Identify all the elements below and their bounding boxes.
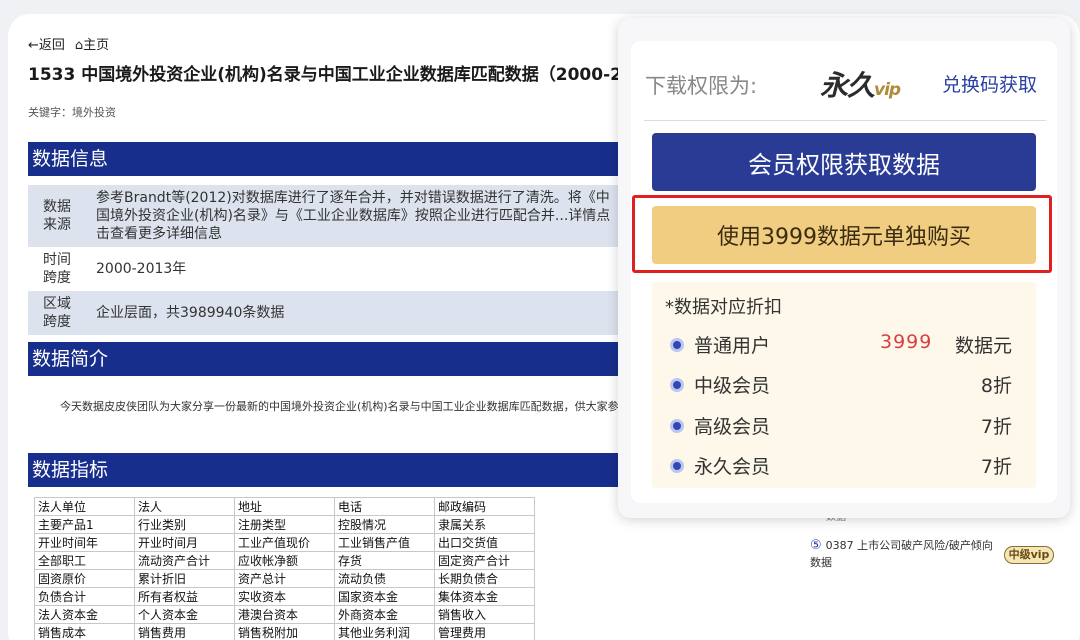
metric-cell: 开业时间年 bbox=[34, 533, 135, 552]
metric-cell: 注册类型 bbox=[234, 515, 335, 534]
table-row: 时间 跨度 2000-2013年 bbox=[28, 247, 628, 291]
metric-cell: 工业产值现价 bbox=[234, 533, 335, 552]
metric-cell: 外商资本金 bbox=[334, 605, 435, 624]
metric-cell: 实收资本 bbox=[234, 587, 335, 606]
table-row: 销售成本 销售费用 销售税附加 其他业务利润 管理费用 bbox=[34, 623, 535, 640]
single-purchase-button[interactable]: 使用3999数据元单独购买 bbox=[652, 206, 1036, 264]
metric-cell: 其他业务利润 bbox=[334, 623, 435, 640]
home-link[interactable]: ⌂主页 bbox=[75, 34, 109, 53]
metric-cell: 应收帐净额 bbox=[234, 551, 335, 570]
table-row: 固资原价 累计折旧 资产总计 流动负债 长期负债合 bbox=[34, 569, 535, 588]
item-number: ⑤ bbox=[810, 538, 822, 553]
table-row: 法人单位 法人 地址 电话 邮政编码 bbox=[34, 497, 535, 516]
metric-cell: 港澳台资本 bbox=[234, 605, 335, 624]
keywords: 关键字：境外投资 bbox=[28, 106, 116, 119]
metric-cell: 法人资本金 bbox=[34, 605, 135, 624]
sidebar-item[interactable]: ⑤ 0387 上市公司破产风险/破产倾向数据 bbox=[810, 537, 1000, 571]
metric-cell: 存货 bbox=[334, 551, 435, 570]
discount-row-mid: 中级会员 8折 bbox=[670, 370, 1012, 400]
metric-cell: 主要产品1 bbox=[34, 515, 135, 534]
back-link[interactable]: ←返回 bbox=[28, 34, 65, 53]
intro-text: 今天数据皮皮侠团队为大家分享一份最新的中国境外投资企业(机构)名录与中国工业企业… bbox=[60, 400, 620, 413]
metric-cell: 负债合计 bbox=[34, 587, 135, 606]
metric-cell: 出口交货值 bbox=[434, 533, 535, 552]
section-info-header: 数据信息 bbox=[28, 142, 628, 176]
bullet-icon bbox=[670, 459, 684, 473]
table-row: 区域 跨度 企业层面，共3989940条数据 bbox=[28, 291, 628, 335]
metric-cell: 所有者权益 bbox=[134, 587, 235, 606]
metric-cell: 电话 bbox=[334, 497, 435, 516]
discount-row-permanent: 永久会员 7折 bbox=[670, 451, 1012, 481]
metric-cell: 集体资本金 bbox=[434, 587, 535, 606]
metric-cell: 销售税附加 bbox=[234, 623, 335, 640]
metric-cell: 流动负债 bbox=[334, 569, 435, 588]
bullet-icon bbox=[670, 378, 684, 392]
permission-level-logo: 永久vip bbox=[820, 69, 901, 102]
metric-cell: 法人 bbox=[134, 497, 235, 516]
divider bbox=[644, 120, 1046, 121]
metric-cell: 开业时间月 bbox=[134, 533, 235, 552]
table-row: 主要产品1 行业类别 注册类型 控股情况 隶属关系 bbox=[34, 515, 535, 534]
info-label: 数据 来源 bbox=[28, 185, 86, 247]
info-value: 参考Brandt等(2012)对数据库进行了逐年合并，并对错误数据进行了清洗。将… bbox=[86, 185, 628, 247]
item-text: 0387 上市公司破产风险/破产倾向数据 bbox=[810, 539, 993, 569]
metric-cell: 流动资产合计 bbox=[134, 551, 235, 570]
table-row: 负债合计 所有者权益 实收资本 国家资本金 集体资本金 bbox=[34, 587, 535, 606]
bullet-icon bbox=[670, 338, 684, 352]
metric-cell: 控股情况 bbox=[334, 515, 435, 534]
metric-cell: 个人资本金 bbox=[134, 605, 235, 624]
metric-cell: 累计折旧 bbox=[134, 569, 235, 588]
permission-label: 下载权限为: bbox=[645, 74, 758, 98]
table-row: 开业时间年 开业时间月 工业产值现价 工业销售产值 出口交货值 bbox=[34, 533, 535, 552]
info-table: 数据 来源 参考Brandt等(2012)对数据库进行了逐年合并，并对错误数据进行… bbox=[28, 185, 628, 335]
section-metrics-header: 数据指标 bbox=[28, 453, 628, 487]
table-row: 数据 来源 参考Brandt等(2012)对数据库进行了逐年合并，并对错误数据进行… bbox=[28, 185, 628, 247]
metric-cell: 销售收入 bbox=[434, 605, 535, 624]
home-icon: ⌂ bbox=[74, 38, 84, 53]
page-title: 1533 中国境外投资企业(机构)名录与中国工业企业数据库匹配数据（2000-2… bbox=[28, 65, 628, 85]
bullet-icon bbox=[670, 419, 684, 433]
metric-cell: 固资原价 bbox=[34, 569, 135, 588]
metric-cell: 管理费用 bbox=[434, 623, 535, 640]
info-label: 时间 跨度 bbox=[43, 252, 71, 286]
metric-cell: 国家资本金 bbox=[334, 587, 435, 606]
metric-cell: 全部职工 bbox=[34, 551, 135, 570]
metric-cell: 长期负债合 bbox=[434, 569, 535, 588]
section-intro-header: 数据简介 bbox=[28, 342, 628, 376]
info-value: 2000-2013年 bbox=[96, 261, 187, 277]
metric-cell: 行业类别 bbox=[134, 515, 235, 534]
table-row: 法人资本金 个人资本金 港澳台资本 外商资本金 销售收入 bbox=[34, 605, 535, 624]
metric-cell: 销售费用 bbox=[134, 623, 235, 640]
metric-cell: 隶属关系 bbox=[434, 515, 535, 534]
metric-cell: 销售成本 bbox=[34, 623, 135, 640]
metric-cell: 固定资产合计 bbox=[434, 551, 535, 570]
top-nav: ←返回 ⌂主页 bbox=[28, 34, 109, 53]
discount-title: *数据对应折扣 bbox=[665, 297, 782, 318]
info-value: 企业层面，共3989940条数据 bbox=[86, 291, 628, 335]
member-download-button[interactable]: 会员权限获取数据 bbox=[652, 133, 1036, 191]
table-row: 全部职工 流动资产合计 应收帐净额 存货 固定资产合计 bbox=[34, 551, 535, 570]
discount-row-senior: 高级会员 7折 bbox=[670, 411, 1012, 441]
redeem-code-link[interactable]: 兑换码获取 bbox=[942, 70, 1037, 97]
vip-badge: 中级vip bbox=[1004, 546, 1054, 564]
metric-cell: 法人单位 bbox=[34, 497, 135, 516]
metric-cell: 地址 bbox=[234, 497, 335, 516]
discount-row-regular: 普通用户 3999 数据元 bbox=[670, 330, 1012, 360]
metric-cell: 工业销售产值 bbox=[334, 533, 435, 552]
info-label: 区域 跨度 bbox=[28, 291, 86, 335]
metric-cell: 资产总计 bbox=[234, 569, 335, 588]
metric-cell: 邮政编码 bbox=[434, 497, 535, 516]
metrics-table: 法人单位 法人 地址 电话 邮政编码 主要产品1 行业类别 注册类型 控股情况 隶属关系 开业时间年… bbox=[34, 497, 535, 640]
